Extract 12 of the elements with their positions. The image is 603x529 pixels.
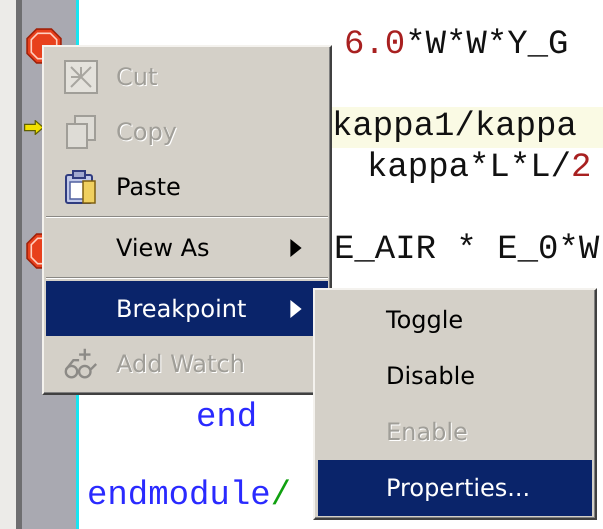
menu-item[interactable]: Properties... (318, 460, 592, 516)
code-line: kappa*L*L/2 (367, 148, 592, 189)
cut-icon (62, 58, 100, 94)
code-line: end (196, 398, 258, 439)
menu-item[interactable]: Disable (318, 348, 592, 404)
code-line: 6.0*W*W*Y_G (344, 25, 568, 66)
menu-item[interactable]: View As (46, 220, 328, 275)
code-line: E_AIR * E_0*W (334, 230, 600, 271)
code-line: endmodule/ (87, 476, 292, 517)
menu-item[interactable]: Paste (46, 159, 328, 214)
menu-item[interactable]: Breakpoint (46, 281, 328, 336)
code-line: kappa1/kappa (332, 107, 577, 148)
